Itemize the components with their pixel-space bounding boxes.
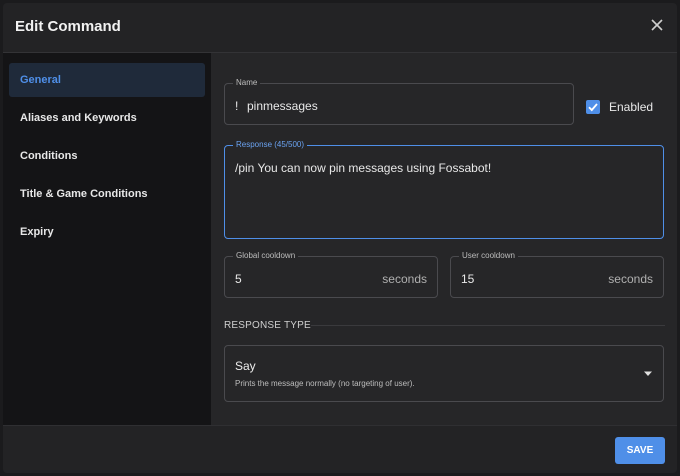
global-cooldown-unit: seconds (382, 272, 427, 286)
sidebar-item-conditions[interactable]: Conditions (9, 139, 205, 173)
dialog-header: Edit Command (3, 3, 677, 53)
user-cooldown-label: User cooldown (459, 251, 518, 260)
checkmark-icon (588, 103, 598, 112)
close-button[interactable] (647, 15, 667, 35)
name-field-label: Name (233, 78, 261, 87)
sidebar-item-general[interactable]: General (9, 63, 205, 97)
section-divider (311, 325, 665, 326)
command-prefix: ! (235, 99, 239, 113)
global-cooldown-input[interactable]: Global cooldown 5 seconds (224, 251, 438, 298)
close-icon (651, 19, 663, 31)
response-type-select[interactable]: Say Prints the message normally (no targ… (224, 345, 664, 402)
response-type-description: Prints the message normally (no targetin… (235, 379, 415, 388)
dialog-title: Edit Command (15, 18, 121, 35)
dialog-footer: SAVE (3, 425, 677, 473)
command-name-value: pinmessages (247, 99, 318, 113)
response-text: /pin You can now pin messages using Foss… (235, 161, 492, 175)
enabled-label: Enabled (609, 100, 654, 114)
enabled-checkbox[interactable] (586, 100, 600, 114)
save-button[interactable]: SAVE (615, 437, 665, 464)
name-field[interactable]: Name ! pinmessages (224, 78, 574, 125)
sidebar-item-title-game-conditions[interactable]: Title & Game Conditions (9, 177, 205, 211)
sidebar-item-expiry[interactable]: Expiry (9, 215, 205, 249)
response-textarea[interactable]: Response (45/500) /pin You can now pin m… (224, 140, 664, 239)
edit-command-dialog: Edit Command General Aliases and Keyword… (3, 3, 677, 473)
caret-down-icon (644, 371, 652, 376)
response-type-value: Say (235, 359, 256, 373)
general-panel: Name ! pinmessages Enabled Response (45/… (211, 53, 677, 425)
user-cooldown-input[interactable]: User cooldown 15 seconds (450, 251, 664, 298)
global-cooldown-value: 5 (235, 272, 242, 286)
user-cooldown-unit: seconds (608, 272, 653, 286)
sidebar-nav: General Aliases and Keywords Conditions … (3, 53, 211, 425)
global-cooldown-label: Global cooldown (233, 251, 299, 260)
user-cooldown-value: 15 (461, 272, 475, 286)
response-type-heading: RESPONSE TYPE (224, 320, 311, 331)
response-field-label: Response (45/500) (233, 140, 308, 149)
sidebar-item-aliases-and-keywords[interactable]: Aliases and Keywords (9, 101, 205, 135)
